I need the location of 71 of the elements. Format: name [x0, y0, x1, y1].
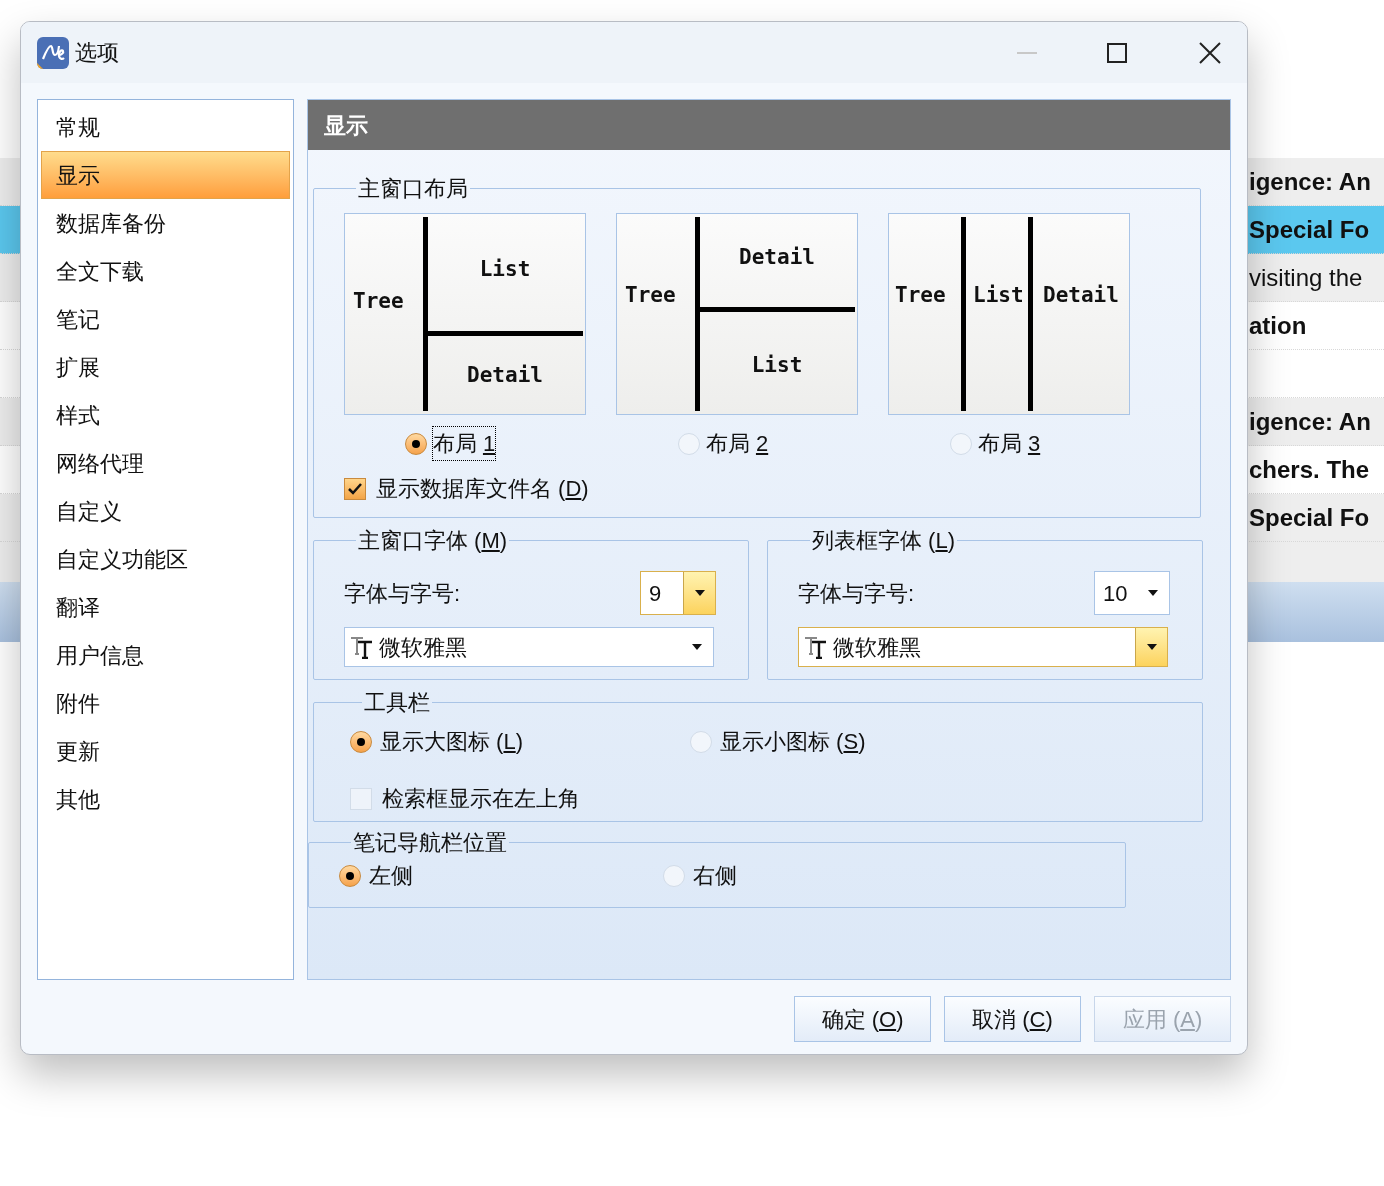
- font-icon: [349, 635, 375, 659]
- pane-label: List: [478, 256, 532, 283]
- sidebar-item[interactable]: 常规: [41, 103, 290, 151]
- field-label: 字体与字号:: [344, 579, 461, 608]
- app-logo-icon: [37, 36, 69, 69]
- group-title: 列表框字体 (L): [811, 527, 957, 555]
- sidebar-item[interactable]: 其他: [41, 775, 290, 823]
- radio-label[interactable]: 布局 3: [977, 427, 1041, 460]
- layout-preview[interactable]: Tree List Detail: [344, 213, 586, 415]
- pane-label: Detail: [466, 362, 544, 389]
- radio-label[interactable]: 左侧: [369, 859, 413, 892]
- radio-label[interactable]: 右侧: [693, 859, 737, 892]
- pane-label: List: [973, 282, 1024, 309]
- sidebar-item[interactable]: 扩展: [41, 343, 290, 391]
- group-title: 笔记导航栏位置: [352, 829, 508, 857]
- pane-label: Tree: [625, 282, 676, 309]
- caret-icon: [692, 644, 702, 650]
- caret-icon: [694, 590, 705, 596]
- caret-icon: [1148, 590, 1158, 596]
- group-title: 主窗口字体 (M): [357, 527, 509, 555]
- radio-button[interactable]: [350, 730, 372, 753]
- sidebar-item[interactable]: 网络代理: [41, 439, 290, 487]
- sidebar-item[interactable]: 自定义: [41, 487, 290, 535]
- list-row-text: Special Fo: [1249, 214, 1370, 245]
- sidebar-item[interactable]: 附件: [41, 679, 290, 727]
- field-label: 字体与字号:: [798, 579, 915, 608]
- checkbox-label[interactable]: 检索框显示在左上角: [382, 782, 580, 815]
- dialog-button[interactable]: 取消 (C): [944, 996, 1081, 1042]
- sidebar-item[interactable]: 全文下载: [41, 247, 290, 295]
- radio-button[interactable]: [404, 432, 427, 455]
- font-icon: [803, 635, 829, 659]
- group-title: 工具栏: [363, 689, 431, 717]
- maximize-icon[interactable]: [1107, 42, 1127, 63]
- list-row-text: igence: An: [1249, 406, 1371, 437]
- list-row-text: chers. The: [1249, 454, 1370, 485]
- pane-label: Detail: [1043, 282, 1119, 309]
- panel-header: 显示: [308, 100, 1230, 150]
- dialog-button[interactable]: 确定 (O): [794, 996, 931, 1042]
- list-row-text: igence: An: [1249, 166, 1371, 197]
- radio-button[interactable]: [339, 864, 361, 887]
- layout-preview[interactable]: Tree Detail List: [616, 213, 858, 415]
- sidebar-item[interactable]: 数据库备份: [41, 199, 290, 247]
- size-dropdown[interactable]: 9: [640, 571, 716, 615]
- checkbox-label[interactable]: 显示数据库文件名 (D): [376, 472, 589, 505]
- sidebar-item[interactable]: 笔记: [41, 295, 290, 343]
- list-row-text: Special Fo: [1249, 502, 1370, 533]
- sidebar-item[interactable]: 样式: [41, 391, 290, 439]
- font-dropdown[interactable]: 微软雅黑: [798, 627, 1168, 667]
- list-row-text: ation: [1249, 310, 1307, 341]
- size-dropdown[interactable]: 10: [1094, 571, 1170, 615]
- pane-label: Tree: [353, 288, 404, 315]
- sidebar-item[interactable]: 更新: [41, 727, 290, 775]
- layout-preview[interactable]: Tree List Detail: [888, 213, 1130, 415]
- font-dropdown[interactable]: 微软雅黑: [344, 627, 714, 667]
- radio-label[interactable]: 布局 1: [432, 427, 496, 460]
- radio-label[interactable]: 显示小图标 (S): [720, 725, 866, 758]
- sidebar-item[interactable]: 自定义功能区: [41, 535, 290, 583]
- group-title: 主窗口布局: [357, 175, 469, 203]
- sidebar-item[interactable]: 翻译: [41, 583, 290, 631]
- pane-label: Detail: [738, 244, 816, 271]
- close-icon[interactable]: [1199, 41, 1221, 64]
- pane-label: Tree: [895, 282, 946, 309]
- radio-label[interactable]: 显示大图标 (L): [380, 725, 524, 758]
- radio-label[interactable]: 布局 2: [705, 427, 769, 460]
- caret-icon: [1146, 644, 1157, 650]
- pane-label: List: [750, 352, 804, 379]
- sidebar-item[interactable]: 用户信息: [41, 631, 290, 679]
- window-title: 选项: [75, 39, 119, 67]
- list-row-text: visiting the: [1249, 262, 1363, 293]
- sidebar-item[interactable]: 显示: [41, 151, 290, 199]
- checkbox[interactable]: [344, 477, 366, 500]
